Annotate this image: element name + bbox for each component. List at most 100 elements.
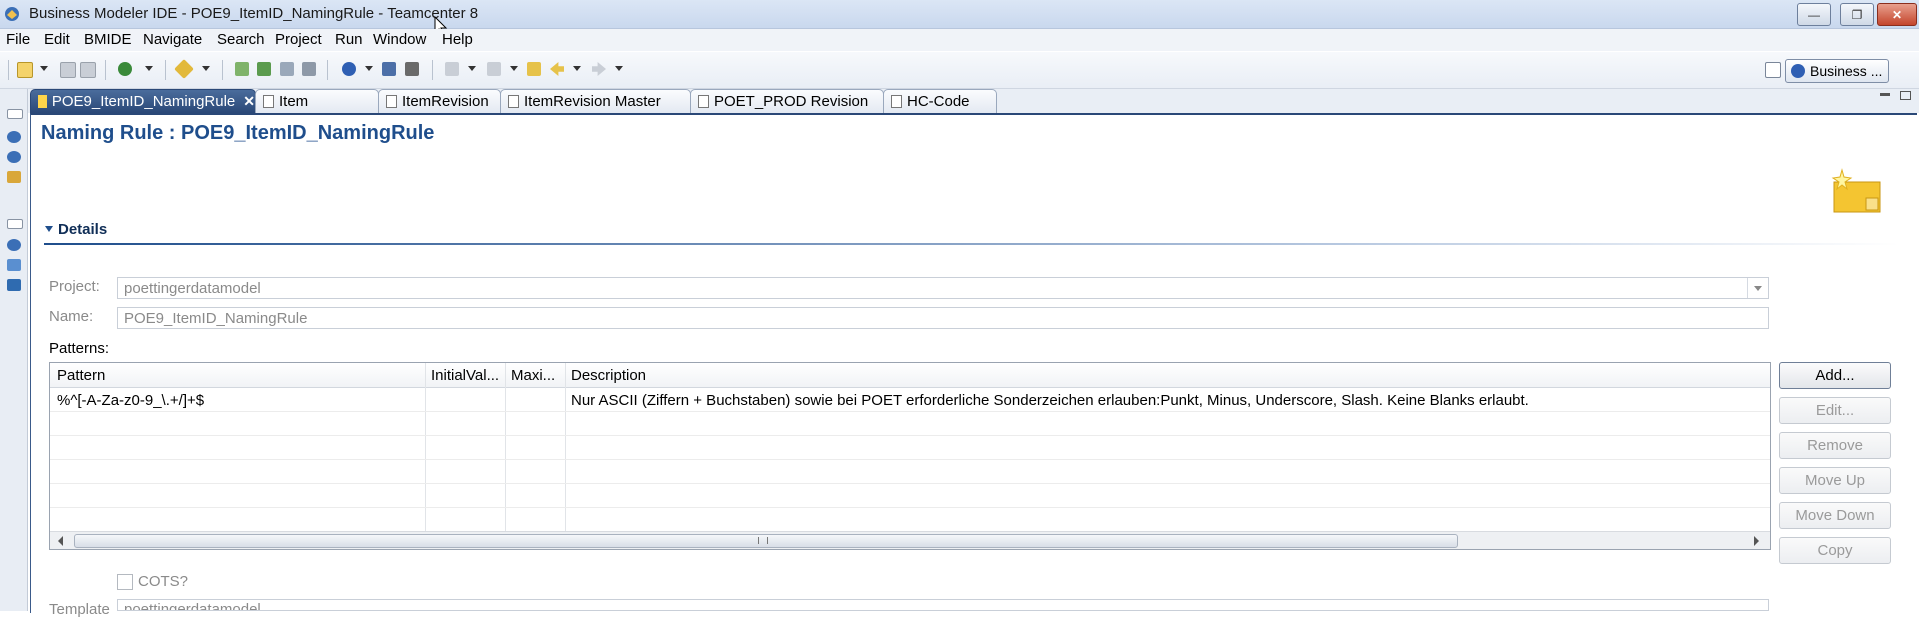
minimize-view-icon[interactable] bbox=[1880, 93, 1890, 96]
column-header-maxi[interactable]: Maxi... bbox=[511, 367, 555, 384]
menu-bmide[interactable]: BMIDE bbox=[84, 31, 132, 48]
patterns-table[interactable]: Pattern InitialVal... Maxi... Descriptio… bbox=[49, 362, 1771, 550]
grip-icon bbox=[758, 537, 768, 544]
window-title: Business Modeler IDE - POE9_ItemID_Namin… bbox=[29, 5, 479, 22]
edit-pattern-button[interactable]: Edit... bbox=[1779, 397, 1891, 424]
details-collapse-icon[interactable] bbox=[45, 226, 53, 232]
project-view-icon[interactable] bbox=[7, 151, 21, 163]
console-view-icon[interactable] bbox=[7, 239, 21, 251]
film-icon[interactable] bbox=[405, 62, 419, 76]
bmide-icon[interactable] bbox=[342, 62, 356, 76]
table-icon[interactable] bbox=[280, 62, 294, 76]
name-field[interactable]: POE9_ItemID_NamingRule bbox=[117, 307, 1769, 329]
toolbar-separator bbox=[222, 60, 223, 80]
scroll-right-icon[interactable] bbox=[1754, 536, 1759, 546]
bmide-dropdown-icon[interactable] bbox=[365, 66, 373, 71]
project-combo[interactable]: poettingerdatamodel bbox=[117, 277, 1769, 299]
scrollbar-thumb[interactable] bbox=[74, 534, 1458, 548]
open-perspective-icon[interactable] bbox=[1765, 62, 1781, 78]
properties-view-icon[interactable] bbox=[7, 279, 21, 291]
toolbar-separator bbox=[165, 60, 166, 80]
prev-annotation-dropdown-icon[interactable] bbox=[510, 66, 518, 71]
description-cell[interactable]: Nur ASCII (Ziffern + Buchstaben) sowie b… bbox=[571, 392, 1529, 409]
new-icon[interactable] bbox=[17, 62, 33, 78]
bmide-view-icon[interactable] bbox=[7, 131, 21, 143]
tools-icon[interactable] bbox=[302, 62, 316, 76]
last-edit-icon[interactable] bbox=[527, 62, 541, 76]
menu-help[interactable]: Help bbox=[442, 31, 473, 48]
maximize-button[interactable]: ❐ bbox=[1840, 3, 1874, 26]
menu-bar: File Edit BMIDE Navigate Search Project … bbox=[0, 29, 1919, 51]
cots-checkbox[interactable] bbox=[117, 574, 133, 590]
close-window-button[interactable]: ✕ bbox=[1877, 3, 1917, 26]
horizontal-scrollbar[interactable] bbox=[50, 531, 1770, 549]
column-divider bbox=[425, 363, 426, 549]
next-annotation-icon[interactable] bbox=[445, 62, 459, 76]
row-divider bbox=[50, 435, 1770, 436]
restore-icon[interactable] bbox=[7, 109, 23, 119]
tab-poet-prod-revision[interactable]: POET_PROD Revision bbox=[690, 89, 884, 113]
close-tab-icon[interactable]: ✕ bbox=[243, 93, 255, 110]
hierarchy-add-icon[interactable] bbox=[257, 62, 271, 76]
run-icon[interactable] bbox=[118, 62, 132, 76]
details-section-title[interactable]: Details bbox=[58, 221, 107, 238]
save-icon[interactable] bbox=[60, 62, 76, 78]
column-divider bbox=[505, 363, 506, 549]
toolbar-separator bbox=[8, 60, 9, 80]
new-dropdown-icon[interactable] bbox=[40, 66, 48, 71]
template-value: poettingerdatamodel bbox=[124, 601, 261, 611]
column-header-pattern[interactable]: Pattern bbox=[57, 367, 105, 384]
tab-item[interactable]: Item bbox=[255, 89, 379, 113]
copy-button[interactable]: Copy bbox=[1779, 537, 1891, 564]
hierarchy-view-icon[interactable] bbox=[7, 171, 21, 183]
window-icon[interactable] bbox=[382, 62, 396, 76]
document-icon bbox=[891, 95, 902, 108]
pattern-cell[interactable]: %^[-A-Za-z0-9_\.+/]+$ bbox=[57, 392, 204, 409]
back-dropdown-icon[interactable] bbox=[573, 66, 581, 71]
toolbar-separator bbox=[432, 60, 433, 80]
chevron-down-icon[interactable] bbox=[1747, 278, 1768, 298]
forward-dropdown-icon[interactable] bbox=[615, 66, 623, 71]
minimize-button[interactable]: — bbox=[1797, 3, 1831, 26]
back-icon[interactable] bbox=[550, 62, 564, 76]
menu-edit[interactable]: Edit bbox=[44, 31, 70, 48]
menu-search[interactable]: Search bbox=[217, 31, 265, 48]
tab-poe9-itemid-namingrule[interactable]: POE9_ItemID_NamingRule ✕ bbox=[30, 89, 256, 113]
next-annotation-dropdown-icon[interactable] bbox=[468, 66, 476, 71]
tab-itemrevision-master[interactable]: ItemRevision Master bbox=[500, 89, 691, 113]
move-up-button[interactable]: Move Up bbox=[1779, 467, 1891, 494]
business-perspective-button[interactable]: Business ... bbox=[1785, 59, 1889, 83]
wand-dropdown-icon[interactable] bbox=[202, 66, 210, 71]
prev-annotation-icon[interactable] bbox=[487, 62, 501, 76]
menu-window[interactable]: Window bbox=[373, 31, 426, 48]
add-pattern-button[interactable]: Add... bbox=[1779, 362, 1891, 389]
forward-icon[interactable] bbox=[592, 62, 606, 76]
wand-icon[interactable] bbox=[174, 59, 194, 79]
move-down-button[interactable]: Move Down bbox=[1779, 502, 1891, 529]
tab-hc-code[interactable]: HC-Code bbox=[883, 89, 997, 113]
remove-button[interactable]: Remove bbox=[1779, 432, 1891, 459]
menu-project[interactable]: Project bbox=[275, 31, 322, 48]
scroll-left-icon[interactable] bbox=[58, 536, 63, 546]
tab-label: ItemRevision Master bbox=[524, 93, 661, 110]
menu-navigate[interactable]: Navigate bbox=[143, 31, 202, 48]
patterns-label: Patterns: bbox=[49, 340, 110, 357]
restore-icon[interactable] bbox=[7, 219, 23, 229]
naming-rule-banner-icon bbox=[1831, 168, 1881, 213]
tab-itemrevision[interactable]: ItemRevision bbox=[378, 89, 501, 113]
editor-tab-bar: POE9_ItemID_NamingRule ✕ Item ItemRevisi… bbox=[28, 89, 1919, 113]
print-icon[interactable] bbox=[80, 62, 96, 78]
menu-run[interactable]: Run bbox=[335, 31, 363, 48]
outline-view-icon[interactable] bbox=[7, 259, 21, 271]
template-field[interactable]: poettingerdatamodel bbox=[117, 599, 1769, 611]
row-divider bbox=[50, 507, 1770, 508]
row-divider bbox=[50, 483, 1770, 484]
perspective-label: Business ... bbox=[1810, 63, 1883, 79]
maximize-view-icon[interactable] bbox=[1900, 91, 1911, 100]
column-header-initialval[interactable]: InitialVal... bbox=[431, 367, 499, 384]
run-dropdown-icon[interactable] bbox=[145, 66, 153, 71]
tab-label: ItemRevision bbox=[402, 93, 489, 110]
menu-file[interactable]: File bbox=[6, 31, 30, 48]
column-header-description[interactable]: Description bbox=[571, 367, 646, 384]
hierarchy-icon[interactable] bbox=[235, 62, 249, 76]
